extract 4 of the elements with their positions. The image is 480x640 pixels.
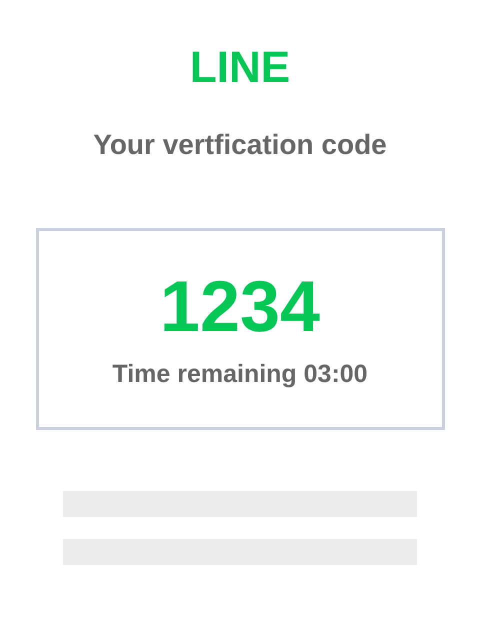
verification-code: 1234	[160, 267, 320, 347]
timer-text: Time remaining 03:00	[112, 359, 368, 389]
logo: LINE	[190, 42, 290, 94]
title: Your vertfication code	[93, 128, 387, 162]
